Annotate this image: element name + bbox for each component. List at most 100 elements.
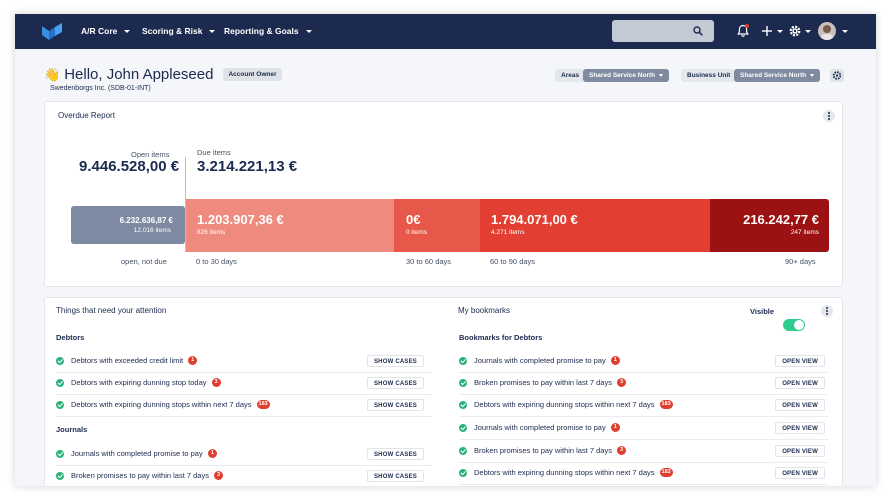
bookmark-row: Broken promises to pay within last 7 day… <box>459 373 828 395</box>
bookmark-row: Broken promises to pay within last 7 day… <box>459 441 828 463</box>
show-cases-button[interactable]: SHOW CASES <box>366 377 424 389</box>
open-view-button[interactable]: OPEN VIEW <box>775 422 825 434</box>
count-badge: 3 <box>211 378 221 387</box>
attention-debtor-text: Debtors with expiring dunning stops with… <box>71 400 252 409</box>
attention-journal-text: Broken promises to pay within last 7 day… <box>71 471 209 480</box>
chevron-down-icon[interactable] <box>842 30 848 33</box>
show-cases-button[interactable]: SHOW CASES <box>366 399 424 411</box>
business-unit-dropdown[interactable]: Shared Service North <box>734 69 821 82</box>
nav-scoring-risk-label: Scoring & Risk <box>142 26 203 36</box>
business-unit-label: Business Unit <box>681 69 736 82</box>
count-badge: 3 <box>616 446 626 455</box>
chevron-down-icon <box>659 73 664 77</box>
count-badge: 1 <box>188 356 198 365</box>
bookmark-text: Debtors with expiring dunning stops with… <box>474 468 655 477</box>
bucket-30-60-amount: 0€ <box>406 212 421 227</box>
waving-hand-icon: 👋 <box>44 66 61 82</box>
areas-dropdown-value: Shared Service North <box>589 72 656 79</box>
bookmark-row: Debtors with expiring dunning stops with… <box>459 395 828 417</box>
show-cases-button[interactable]: SHOW CASES <box>366 355 424 367</box>
bucket-30-60-axis-label: 30 to 60 days <box>406 257 452 266</box>
page-title: Hello, John Appleseed <box>64 66 214 83</box>
chevron-down-icon <box>124 30 131 33</box>
check-circle-icon <box>56 472 64 480</box>
bucket-90-plus-count: 247 items <box>790 229 819 236</box>
bucket-30-60-segment[interactable]: 0€ 0 items <box>394 199 480 252</box>
due-items-label: Due items <box>197 148 231 157</box>
bookmark-row: Journals with completed promise to pay 1 … <box>459 351 828 373</box>
app-logo-icon[interactable] <box>42 23 62 40</box>
search-icon[interactable] <box>693 26 703 36</box>
attention-journal-row: Broken promises to pay within last 7 day… <box>56 466 432 486</box>
bucket-60-90-axis-label: 60 to 90 days <box>490 257 536 266</box>
business-unit-dropdown-value: Shared Service North <box>740 72 807 79</box>
bookmarks-debtors-heading: Bookmarks for Debtors <box>459 333 543 342</box>
gear-icon[interactable] <box>787 23 803 39</box>
bucket-90-plus-axis-label: 90+ days <box>785 257 816 266</box>
open-view-button[interactable]: OPEN VIEW <box>775 445 825 457</box>
bookmark-row: Journals with completed promise to pay 1 … <box>459 418 828 440</box>
bucket-60-90-segment[interactable]: 1.794.071,00 € 4.271 items <box>480 199 710 252</box>
top-navbar: A/R Core Scoring & Risk Reporting & Goal… <box>15 14 876 49</box>
bucket-0-30-count: 826 items <box>197 229 226 236</box>
open-view-button[interactable]: OPEN VIEW <box>775 399 825 411</box>
count-badge: 1 <box>610 423 620 432</box>
check-circle-icon <box>56 450 64 458</box>
attention-journal-row: Journals with completed promise to pay 1 … <box>56 444 432 466</box>
check-circle-icon <box>459 357 467 365</box>
bucket-90-plus-segment[interactable]: 216.242,77 € 247 items <box>710 199 829 252</box>
bookmarks-menu-button[interactable] <box>821 305 833 317</box>
bucket-60-90-amount: 1.794.071,00 € <box>491 212 578 227</box>
bucket-0-30-amount: 1.203.907,36 € <box>197 212 284 227</box>
bucket-30-60-count: 0 items <box>406 229 427 236</box>
bucket-90-plus-amount: 216.242,77 € <box>743 212 819 227</box>
bookmark-text: Journals with completed promise to pay <box>474 356 606 365</box>
company-name: Swedenborgs Inc. (SDB-01-INT) <box>50 85 151 92</box>
journals-heading: Journals <box>56 425 88 434</box>
show-cases-button[interactable]: SHOW CASES <box>366 448 424 460</box>
avatar[interactable] <box>818 22 836 40</box>
overdue-report-title: Overdue Report <box>58 111 115 120</box>
bucket-0-30-segment[interactable]: 1.203.907,36 € 826 items <box>186 199 394 252</box>
show-cases-button[interactable]: SHOW CASES <box>366 470 424 482</box>
filter-settings-button[interactable] <box>830 69 844 82</box>
open-view-button[interactable]: OPEN VIEW <box>775 355 825 367</box>
check-circle-icon <box>56 379 64 387</box>
nav-reporting-goals[interactable]: Reporting & Goals <box>224 14 312 49</box>
visible-toggle[interactable] <box>783 319 805 331</box>
add-icon[interactable] <box>759 23 775 39</box>
bookmark-row: Debtors with expiring dunning stops with… <box>459 463 828 485</box>
user-avatar-icon <box>821 25 833 40</box>
debtors-heading: Debtors <box>56 333 85 342</box>
open-view-button[interactable]: OPEN VIEW <box>775 377 825 389</box>
page-greeting: 👋 Hello, John Appleseed Account Owner <box>44 66 282 83</box>
count-badge: 1 <box>207 449 217 458</box>
count-badge: 3 <box>213 471 223 480</box>
chevron-down-icon[interactable] <box>805 30 811 33</box>
chevron-down-icon <box>305 30 312 33</box>
gear-icon <box>832 71 842 80</box>
bookmarks-title: My bookmarks <box>458 306 511 315</box>
not-due-segment[interactable]: 6.232.636,87 € 12.016 items <box>71 206 185 244</box>
due-items-value: 3.214.221,13 € <box>197 158 298 175</box>
search-input[interactable] <box>612 20 714 42</box>
check-circle-icon <box>459 424 467 432</box>
bookmark-text: Broken promises to pay within last 7 day… <box>474 378 612 387</box>
count-badge: 183 <box>659 400 673 409</box>
bell-icon[interactable] <box>735 23 751 39</box>
bucket-0-30-axis-label: 0 to 30 days <box>196 257 237 266</box>
chevron-down-icon[interactable] <box>777 30 783 33</box>
visible-label: Visible <box>750 307 775 316</box>
bucket-60-90-count: 4.271 items <box>491 229 525 236</box>
nav-ar-core[interactable]: A/R Core <box>81 14 131 49</box>
app-window: A/R Core Scoring & Risk Reporting & Goal… <box>15 14 876 486</box>
bookmark-text: Journals with completed promise to pay <box>474 423 606 432</box>
open-view-button[interactable]: OPEN VIEW <box>775 467 825 479</box>
overdue-report-menu-button[interactable] <box>823 110 835 122</box>
attention-debtor-text: Debtors with exceeded credit limit <box>71 356 184 365</box>
bookmark-text: Broken promises to pay within last 7 day… <box>474 446 612 455</box>
areas-dropdown[interactable]: Shared Service North <box>583 69 670 82</box>
check-circle-icon <box>56 357 64 365</box>
nav-scoring-risk[interactable]: Scoring & Risk <box>142 14 216 49</box>
not-due-amount: 6.232.636,87 € <box>119 216 173 225</box>
